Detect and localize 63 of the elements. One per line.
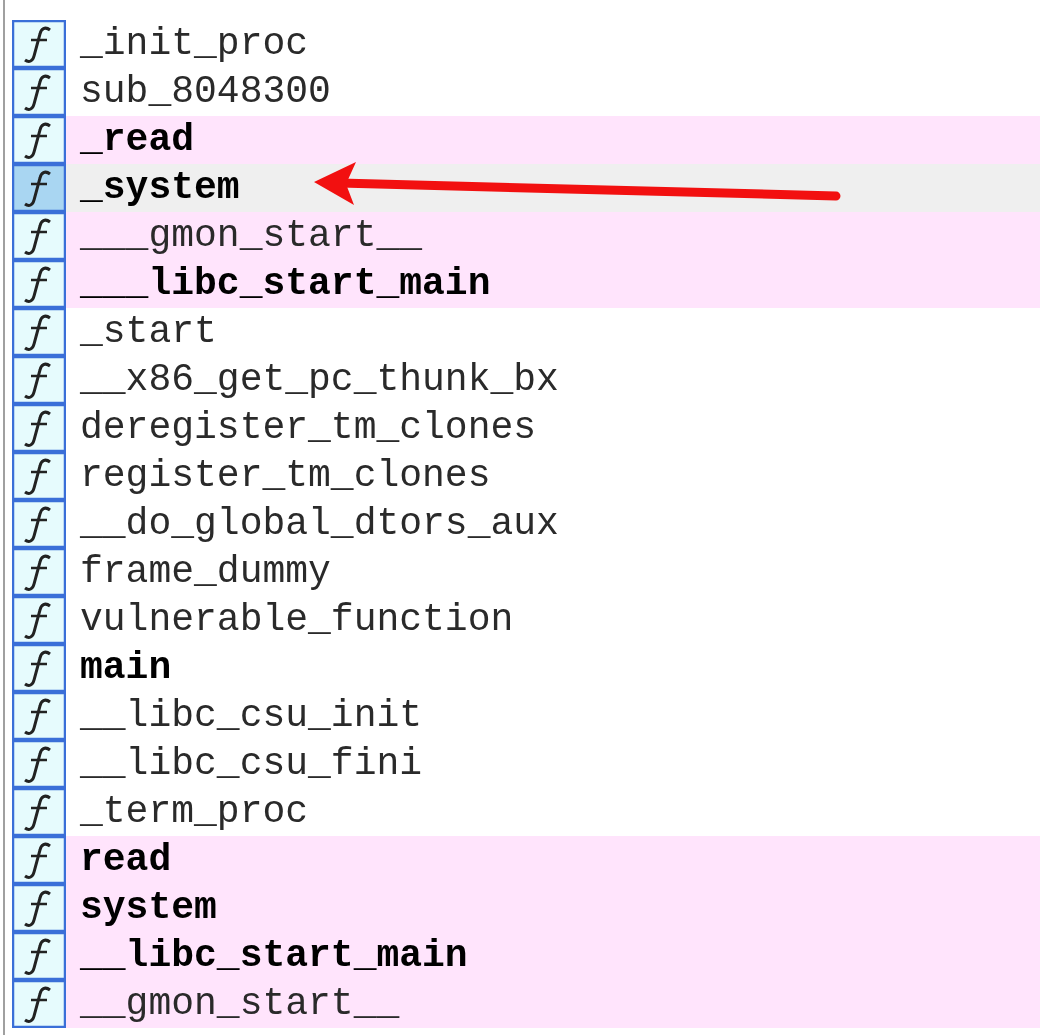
function-row[interactable]: _system xyxy=(12,164,1040,212)
function-row[interactable]: _start xyxy=(12,308,1040,356)
function-row[interactable]: __gmon_start__ xyxy=(12,980,1040,1028)
function-icon xyxy=(12,68,66,116)
function-icon xyxy=(12,548,66,596)
function-icon xyxy=(12,500,66,548)
function-row[interactable]: _term_proc xyxy=(12,788,1040,836)
function-name: __libc_start_main xyxy=(80,933,468,979)
function-row[interactable]: ___gmon_start__ xyxy=(12,212,1040,260)
function-icon xyxy=(12,260,66,308)
function-icon xyxy=(12,404,66,452)
function-name: __gmon_start__ xyxy=(80,981,400,1027)
function-name: vulnerable_function xyxy=(80,597,514,643)
function-row[interactable]: sub_8048300 xyxy=(12,68,1040,116)
function-name: ___libc_start_main xyxy=(80,261,491,307)
function-name: _start xyxy=(80,309,217,355)
function-icon xyxy=(12,452,66,500)
function-row[interactable]: frame_dummy xyxy=(12,548,1040,596)
function-icon xyxy=(12,596,66,644)
function-name: _read xyxy=(80,117,195,163)
function-row[interactable]: main xyxy=(12,644,1040,692)
function-row[interactable]: _init_proc xyxy=(12,20,1040,68)
function-row[interactable]: deregister_tm_clones xyxy=(12,404,1040,452)
function-name: sub_8048300 xyxy=(80,69,331,115)
function-icon xyxy=(12,644,66,692)
function-icon xyxy=(12,20,66,68)
function-name: system xyxy=(80,885,217,931)
function-icon xyxy=(12,884,66,932)
function-name: deregister_tm_clones xyxy=(80,405,537,451)
function-name: _term_proc xyxy=(80,789,309,835)
function-row[interactable]: __x86_get_pc_thunk_bx xyxy=(12,356,1040,404)
function-name: _system xyxy=(80,165,240,211)
function-icon xyxy=(12,116,66,164)
function-name: __x86_get_pc_thunk_bx xyxy=(80,357,559,403)
function-row[interactable]: __do_global_dtors_aux xyxy=(12,500,1040,548)
function-icon xyxy=(12,980,66,1028)
function-row[interactable]: _read xyxy=(12,116,1040,164)
function-row[interactable]: register_tm_clones xyxy=(12,452,1040,500)
function-name: frame_dummy xyxy=(80,549,331,595)
function-row[interactable]: __libc_start_main xyxy=(12,932,1040,980)
function-row[interactable]: ___libc_start_main xyxy=(12,260,1040,308)
function-name: _init_proc xyxy=(80,21,309,67)
function-icon xyxy=(12,788,66,836)
function-icon xyxy=(12,356,66,404)
function-name: register_tm_clones xyxy=(80,453,491,499)
function-name: main xyxy=(80,645,172,691)
function-row[interactable]: vulnerable_function xyxy=(12,596,1040,644)
function-name: __do_global_dtors_aux xyxy=(80,501,559,547)
function-icon xyxy=(12,212,66,260)
function-row[interactable]: system xyxy=(12,884,1040,932)
function-icon xyxy=(12,836,66,884)
function-icon xyxy=(12,740,66,788)
function-icon xyxy=(12,164,66,212)
function-name: ___gmon_start__ xyxy=(80,213,423,259)
function-name: __libc_csu_init xyxy=(80,693,423,739)
function-icon xyxy=(12,692,66,740)
function-name: __libc_csu_fini xyxy=(80,741,423,787)
function-icon xyxy=(12,932,66,980)
function-row[interactable]: __libc_csu_init xyxy=(12,692,1040,740)
function-icon xyxy=(12,308,66,356)
function-name: read xyxy=(80,837,172,883)
function-row[interactable]: read xyxy=(12,836,1040,884)
function-row[interactable]: __libc_csu_fini xyxy=(12,740,1040,788)
